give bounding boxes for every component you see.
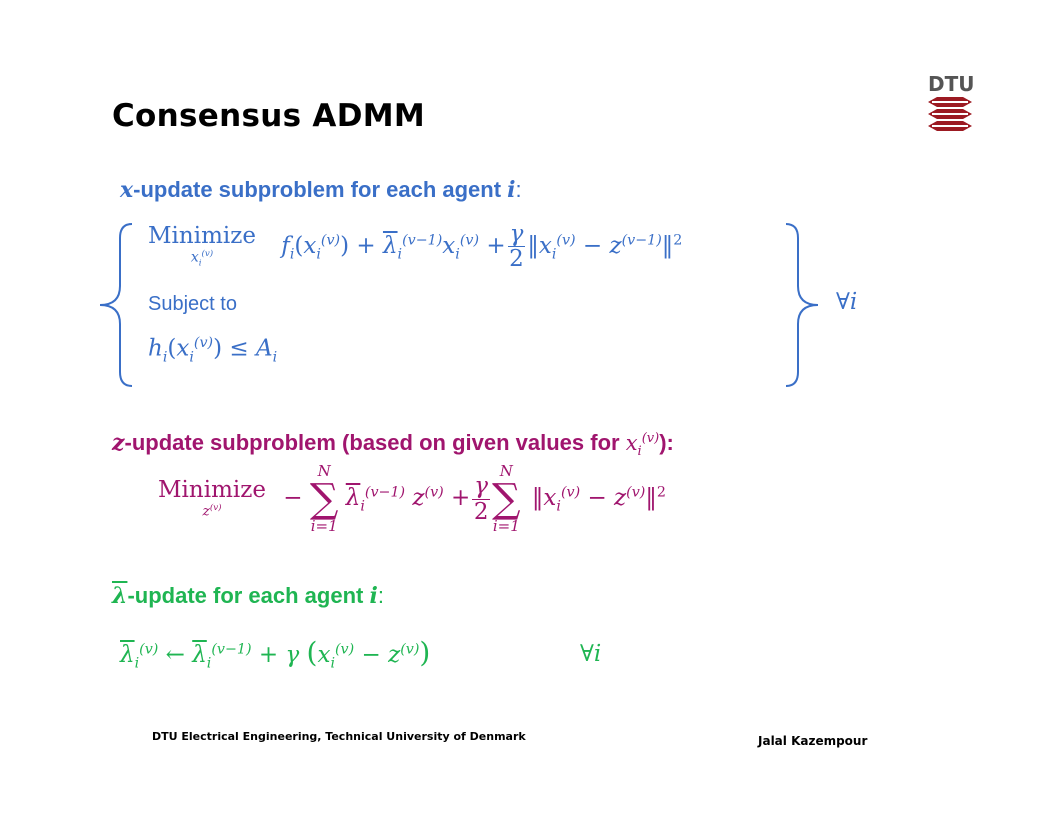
x-update-minimize-word: Minimize: [148, 223, 256, 250]
left-brace-icon: [99, 223, 133, 387]
z-update-objective: Minimize z(v) − N ∑ i=1 λi(v−1) z(v) + γ 2…: [158, 462, 666, 535]
x-update-minimize-operator: Minimize xi(v): [148, 223, 256, 269]
right-brace-icon: [785, 223, 819, 387]
x-update-constraint: hi(xi(v)) ≤ Ai: [148, 335, 278, 366]
footer-author: Jalal Kazempour: [758, 734, 868, 748]
x-update-heading-var: x: [120, 177, 134, 203]
z-update-heading-close: ):: [659, 430, 674, 455]
z-update-minimize-operator: Minimize z(v): [158, 477, 266, 520]
z-update-heading: z-update subproblem (based on given valu…: [112, 430, 674, 460]
x-update-heading: x-update subproblem for each agent i:: [120, 177, 522, 203]
x-update-for-all: ∀i: [836, 289, 858, 315]
x-update-heading-agent: i: [507, 177, 516, 203]
x-update-heading-text: -update subproblem for each agent: [133, 177, 508, 202]
lambda-update-heading-var: λ: [112, 583, 128, 609]
lambda-update-heading-text: -update for each agent: [127, 583, 370, 608]
lambda-update-for-all: ∀i: [580, 641, 602, 667]
x-update-heading-colon: :: [515, 177, 522, 202]
footer-institution: DTU Electrical Engineering, Technical Un…: [152, 730, 526, 743]
x-update-subject-to: Subject to: [148, 293, 237, 315]
z-update-sum-1: N ∑ i=1: [309, 462, 339, 535]
slide-title: Consensus ADMM: [112, 98, 426, 134]
dtu-logo-mark-icon: [928, 97, 972, 131]
dtu-logo: DTU: [928, 72, 975, 164]
z-update-minimize-word: Minimize: [158, 477, 266, 504]
z-update-heading-text: -update subproblem (based on given value…: [124, 430, 626, 455]
lambda-update-heading-colon: :: [377, 583, 384, 608]
lambda-update-formula: λi(v) ← λi(v−1) + γ (xi(v) − z(v)): [120, 636, 431, 672]
z-update-heading-var: z: [112, 430, 125, 456]
z-update-sum-2-bottom: i=1: [492, 517, 520, 535]
x-update-objective: Minimize xi(v) fi(xi(v)) + λi(v−1)xi(v) …: [148, 221, 683, 273]
dtu-logo-text: DTU: [928, 72, 975, 96]
lambda-update-heading: λ-update for each agent i:: [112, 583, 384, 609]
lambda-update-heading-agent: i: [369, 583, 378, 609]
z-update-sum-2: N ∑ i=1: [492, 462, 521, 535]
z-update-sum-1-bottom: i=1: [310, 517, 338, 535]
